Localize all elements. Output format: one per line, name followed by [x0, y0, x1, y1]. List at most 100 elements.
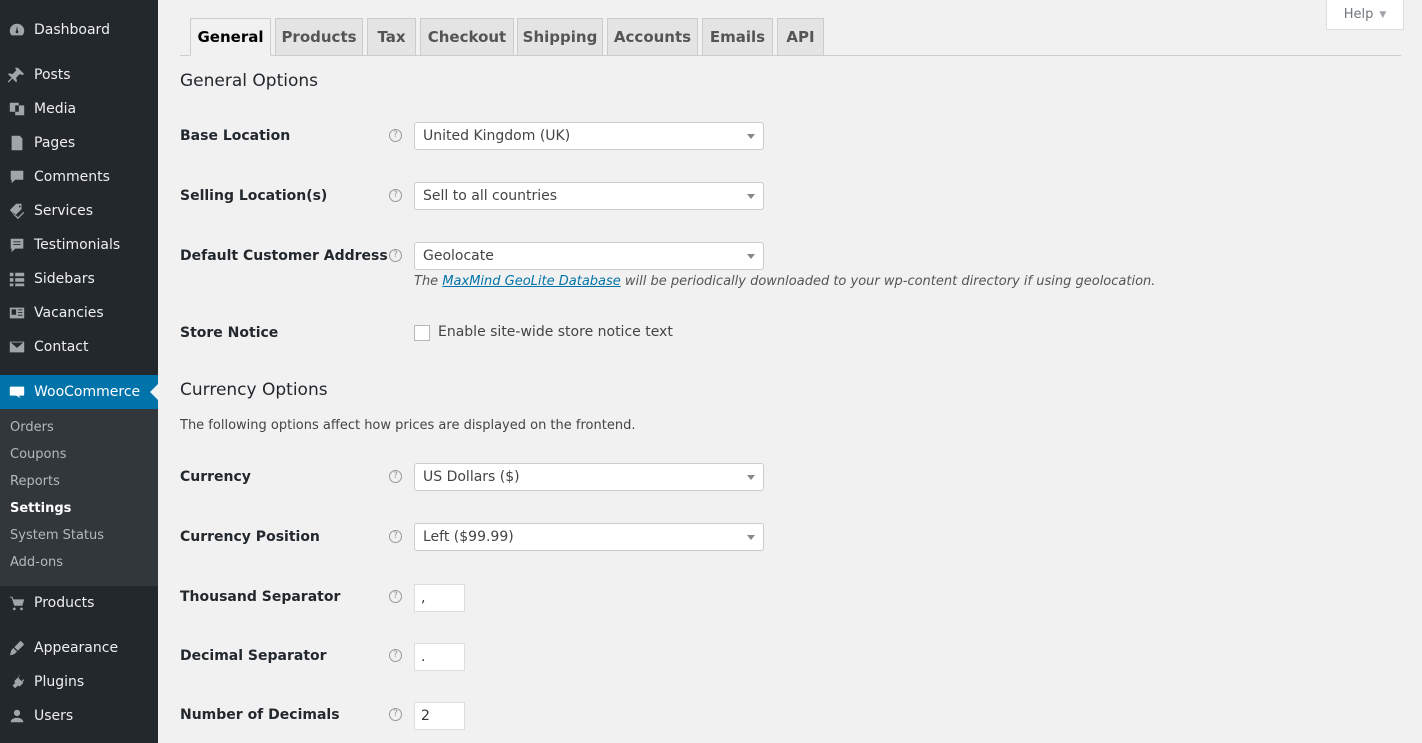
sidebar-item-label: Products: [34, 595, 95, 611]
tab-tax[interactable]: Tax: [367, 18, 416, 56]
woocommerce-submenu: Orders Coupons Reports Settings System S…: [0, 409, 158, 586]
default-address-value: Geolocate: [423, 248, 494, 264]
geolocation-description: The MaxMind GeoLite Database will be per…: [414, 274, 1155, 289]
settings-main: Help ▼ General Products Tax Checkout Shi…: [158, 0, 1422, 743]
currency-select[interactable]: US Dollars ($): [414, 463, 764, 491]
maxmind-link[interactable]: MaxMind GeoLite Database: [442, 274, 620, 289]
sidebar-item-contact[interactable]: Contact: [0, 330, 158, 364]
submenu-item-system-status[interactable]: System Status: [10, 528, 104, 543]
page-icon: [0, 134, 34, 152]
currency-label: Currency: [180, 469, 251, 485]
mail-icon: [0, 338, 34, 356]
currency-options-description: The following options affect how prices …: [180, 418, 636, 433]
base-location-label: Base Location: [180, 128, 291, 144]
help-tip-icon[interactable]: ?: [389, 129, 402, 142]
default-address-label: Default Customer Address: [180, 248, 388, 264]
sidebar-item-label: Posts: [34, 67, 71, 83]
submenu-item-coupons[interactable]: Coupons: [10, 447, 67, 462]
sidebar-item-woocommerce[interactable]: WooCommerce: [0, 375, 158, 409]
sidebar-item-sidebars[interactable]: Sidebars: [0, 262, 158, 296]
submenu-item-reports[interactable]: Reports: [10, 474, 60, 489]
submenu-item-add-ons[interactable]: Add-ons: [10, 555, 63, 570]
woo-icon: [0, 383, 34, 401]
selling-locations-label: Selling Location(s): [180, 188, 328, 204]
chevron-down-icon: ▼: [1379, 9, 1387, 20]
thousand-separator-input[interactable]: ,: [414, 584, 465, 612]
help-tip-icon[interactable]: ?: [389, 530, 402, 543]
thousand-separator-label: Thousand Separator: [180, 589, 341, 605]
tab-general[interactable]: General: [190, 18, 271, 56]
help-tip-icon[interactable]: ?: [389, 189, 402, 202]
submenu-item-settings[interactable]: Settings: [10, 501, 71, 516]
sidebar-item-label: Testimonials: [34, 237, 121, 253]
sidebar-item-media[interactable]: Media: [0, 92, 158, 126]
number-of-decimals-input[interactable]: 2: [414, 702, 465, 730]
submenu-item-orders[interactable]: Orders: [10, 420, 54, 435]
dropdown-arrow-icon: [747, 254, 755, 259]
id-card-icon: [0, 304, 34, 322]
sidebar-item-label: Comments: [34, 169, 110, 185]
help-label: Help: [1343, 7, 1374, 22]
decimal-separator-input[interactable]: .: [414, 643, 465, 671]
sidebar-item-vacancies[interactable]: Vacancies: [0, 296, 158, 330]
decimal-separator-label: Decimal Separator: [180, 648, 327, 664]
tab-shipping[interactable]: Shipping: [517, 18, 603, 56]
tab-checkout[interactable]: Checkout: [420, 18, 514, 56]
user-icon: [0, 707, 34, 725]
selling-locations-value: Sell to all countries: [423, 188, 558, 204]
tab-accounts[interactable]: Accounts: [607, 18, 698, 56]
tab-emails[interactable]: Emails: [702, 18, 773, 56]
general-options-heading: General Options: [180, 71, 318, 91]
store-notice-checkbox[interactable]: [414, 325, 430, 341]
default-address-select[interactable]: Geolocate: [414, 242, 764, 270]
admin-sidebar: Dashboard Posts Media Pages Comments Ser…: [0, 0, 158, 743]
sidebar-item-label: Sidebars: [34, 271, 95, 287]
dashboard-icon: [0, 21, 34, 39]
base-location-select[interactable]: United Kingdom (UK): [414, 122, 764, 150]
sidebar-item-label: Pages: [34, 135, 76, 151]
store-notice-checkbox-label[interactable]: Enable site-wide store notice text: [438, 324, 673, 340]
base-location-value: United Kingdom (UK): [423, 128, 571, 144]
brush-icon: [0, 639, 34, 657]
sidebar-item-appearance[interactable]: Appearance: [0, 631, 158, 665]
sidebar-item-posts[interactable]: Posts: [0, 58, 158, 92]
dropdown-arrow-icon: [747, 475, 755, 480]
help-tip-icon[interactable]: ?: [389, 249, 402, 262]
sidebar-item-dashboard[interactable]: Dashboard: [0, 13, 158, 47]
help-button[interactable]: Help ▼: [1326, 0, 1404, 30]
currency-position-select[interactable]: Left ($99.99): [414, 523, 764, 551]
help-tip-icon[interactable]: ?: [389, 470, 402, 483]
tag-icon: [0, 202, 34, 220]
sidebar-item-label: Appearance: [34, 640, 119, 656]
selling-locations-select[interactable]: Sell to all countries: [414, 182, 764, 210]
sidebar-item-users[interactable]: Users: [0, 699, 158, 733]
help-tip-icon[interactable]: ?: [389, 649, 402, 662]
tab-products[interactable]: Products: [275, 18, 363, 56]
dropdown-arrow-icon: [747, 194, 755, 199]
sidebar-item-label: Dashboard: [34, 22, 110, 38]
sidebar-item-pages[interactable]: Pages: [0, 126, 158, 160]
currency-options-heading: Currency Options: [180, 380, 328, 400]
sidebar-item-label: Services: [34, 203, 94, 219]
dropdown-arrow-icon: [747, 535, 755, 540]
grid-icon: [0, 270, 34, 288]
currency-position-label: Currency Position: [180, 529, 320, 545]
sidebar-item-comments[interactable]: Comments: [0, 160, 158, 194]
sidebar-item-products[interactable]: Products: [0, 586, 158, 620]
sidebar-item-testimonials[interactable]: Testimonials: [0, 228, 158, 262]
sidebar-item-label: Contact: [34, 339, 89, 355]
help-tip-icon[interactable]: ?: [389, 590, 402, 603]
plug-icon: [0, 673, 34, 691]
number-of-decimals-label: Number of Decimals: [180, 707, 340, 723]
help-tip-icon[interactable]: ?: [389, 708, 402, 721]
media-icon: [0, 100, 34, 118]
desc-text: The: [414, 274, 443, 289]
pin-icon: [0, 66, 34, 84]
sidebar-item-services[interactable]: Services: [0, 194, 158, 228]
dropdown-arrow-icon: [747, 134, 755, 139]
desc-text: will be periodically downloaded to your …: [620, 274, 1156, 289]
sidebar-item-plugins[interactable]: Plugins: [0, 665, 158, 699]
sidebar-item-label: WooCommerce: [34, 384, 141, 400]
cart-icon: [0, 594, 34, 612]
tab-api[interactable]: API: [777, 18, 824, 56]
